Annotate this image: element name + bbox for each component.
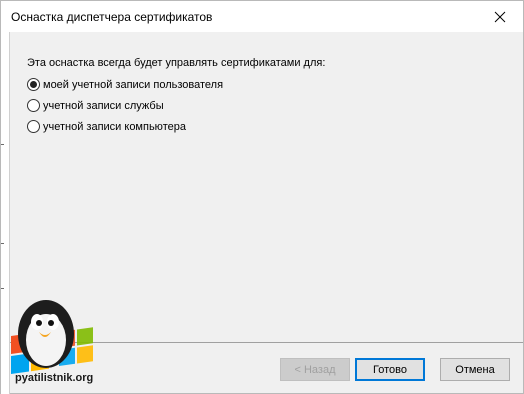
finish-button[interactable]: Готово <box>355 358 425 381</box>
radio-button[interactable] <box>27 78 40 91</box>
radio-label: учетной записи службы <box>43 99 164 112</box>
back-button[interactable]: < Назад <box>280 358 350 381</box>
window-title: Оснастка диспетчера сертификатов <box>11 10 213 24</box>
radio-button[interactable] <box>27 120 40 133</box>
watermark-text: pyatilistnik.org <box>15 372 94 384</box>
cancel-button[interactable]: Отмена <box>440 358 510 381</box>
radio-label: учетной записи компьютера <box>43 120 186 133</box>
radio-selected-dot <box>30 81 37 88</box>
title-bar: Оснастка диспетчера сертификатов <box>1 1 523 32</box>
intro-text: Эта оснастка всегда будет управлять серт… <box>27 57 326 69</box>
edge-mark <box>1 243 4 244</box>
close-icon <box>494 11 506 22</box>
edge-mark <box>1 288 4 289</box>
radio-button[interactable] <box>27 99 40 112</box>
radio-user-account[interactable]: моей учетной записи пользователя <box>27 78 223 91</box>
edge-mark <box>1 144 4 145</box>
radio-service-account[interactable]: учетной записи службы <box>27 99 164 112</box>
radio-computer-account[interactable]: учетной записи компьютера <box>27 120 186 133</box>
close-button[interactable] <box>477 1 523 32</box>
certificate-snapin-dialog: Оснастка диспетчера сертификатов Эта осн… <box>0 0 524 394</box>
radio-label: моей учетной записи пользователя <box>43 78 224 91</box>
